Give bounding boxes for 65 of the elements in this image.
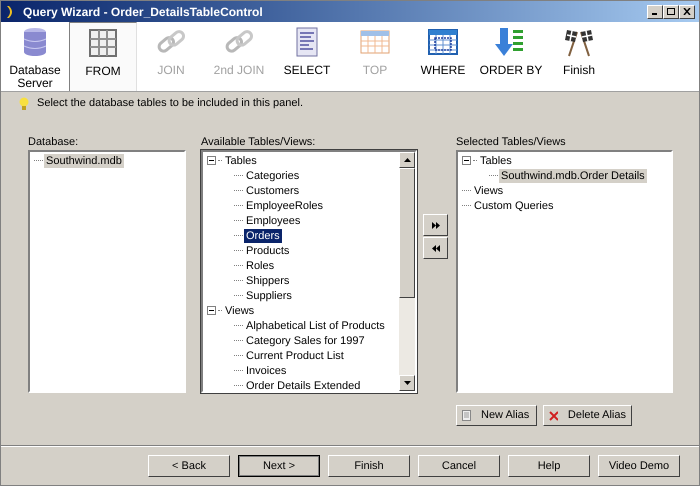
tree-item[interactable]: Southwind.mdb (44, 154, 124, 168)
tree-item[interactable]: Views (472, 184, 506, 198)
tree-view[interactable] (201, 150, 417, 393)
tree-item[interactable]: EmployeeRoles (244, 198, 326, 212)
tree-item[interactable]: Order Details Extended (244, 378, 362, 391)
maximize-button[interactable] (663, 4, 679, 18)
tree-item[interactable]: Tables (478, 154, 514, 168)
minimize-button[interactable] (647, 4, 663, 18)
scrollbar[interactable] (399, 152, 415, 391)
tree-item[interactable]: Alphabetical List of Products (244, 318, 387, 332)
window-title: Query Wizard - Order_DetailsTableControl (23, 4, 264, 20)
dialog-button[interactable]: Finish (328, 455, 410, 477)
wizard-step-tab[interactable]: SELECT (273, 22, 341, 91)
wizard-step-tab[interactable]: Database Server (1, 22, 69, 91)
dialog-button[interactable]: Video Demo (598, 455, 680, 477)
alias-button[interactable]: Delete Alias (543, 405, 632, 426)
tree-item[interactable]: Southwind.mdb.Order Details (499, 168, 647, 182)
tree-item[interactable]: Invoices (244, 364, 288, 378)
double-right-arrow-icon (432, 222, 440, 228)
panel-label: Selected Tables/Views (456, 135, 567, 150)
tree-view[interactable]: Tables Southwind.mdb.Order Details Views Custom Queries (456, 150, 673, 393)
tree-item[interactable]: Orders (244, 228, 282, 242)
tree-item[interactable]: Custom Queries (472, 198, 556, 212)
maximize-icon (667, 8, 675, 15)
wizard-step-tab[interactable]: WHERE (409, 22, 477, 91)
add-button[interactable] (423, 214, 448, 236)
collapse-icon[interactable] (462, 156, 471, 165)
dialog-button[interactable]: Next > (238, 455, 320, 477)
alias-button[interactable]: New Alias (456, 405, 537, 426)
panel-label: Database: (28, 135, 80, 150)
tree-item[interactable]: Employees (244, 214, 302, 228)
wizard-step-tab[interactable]: ORDER BY (477, 22, 545, 91)
tree-item[interactable]: Category Sales for 1997 (244, 334, 367, 348)
wizard-step-tab[interactable]: Finish (545, 22, 613, 91)
scroll-thumb[interactable] (399, 168, 415, 298)
scroll-down-icon[interactable] (404, 381, 410, 385)
close-icon (683, 8, 691, 15)
tree-item[interactable]: Products (244, 244, 292, 258)
tree-item[interactable]: Shippers (244, 274, 292, 288)
dialog-button[interactable]: Cancel (418, 455, 500, 477)
double-left-arrow-icon (432, 244, 440, 252)
grid-icon (87, 27, 119, 59)
tree-item[interactable]: Roles (244, 258, 276, 272)
app-icon (5, 4, 15, 18)
collapse-icon[interactable] (207, 306, 216, 315)
table-icon (427, 26, 459, 58)
tree-item[interactable]: Categories (244, 168, 302, 182)
scroll-up-icon[interactable] (404, 158, 410, 162)
tree-item[interactable]: Tables (223, 154, 259, 168)
collapse-icon[interactable] (207, 156, 216, 165)
wizard-step-tab[interactable]: FROM (69, 22, 137, 91)
lightbulb-icon (19, 96, 29, 110)
cross-icon (549, 410, 558, 420)
note-icon (462, 410, 471, 421)
hint-text: Select the database tables to be included in this panel. (37, 96, 304, 111)
dialog-button[interactable]: < Back (148, 455, 230, 477)
close-button[interactable] (679, 4, 695, 18)
remove-button[interactable] (423, 237, 448, 259)
dialog-button[interactable]: Help (508, 455, 590, 477)
tree-view[interactable]: Southwind.mdb (28, 150, 186, 393)
tree-item[interactable]: Suppliers (244, 288, 294, 302)
tree-item[interactable]: Customers (244, 184, 302, 198)
panel-label: Available Tables/Views: (201, 135, 316, 150)
tree-item[interactable]: Current Product List (244, 348, 346, 362)
tree-item[interactable]: Views (223, 304, 256, 318)
